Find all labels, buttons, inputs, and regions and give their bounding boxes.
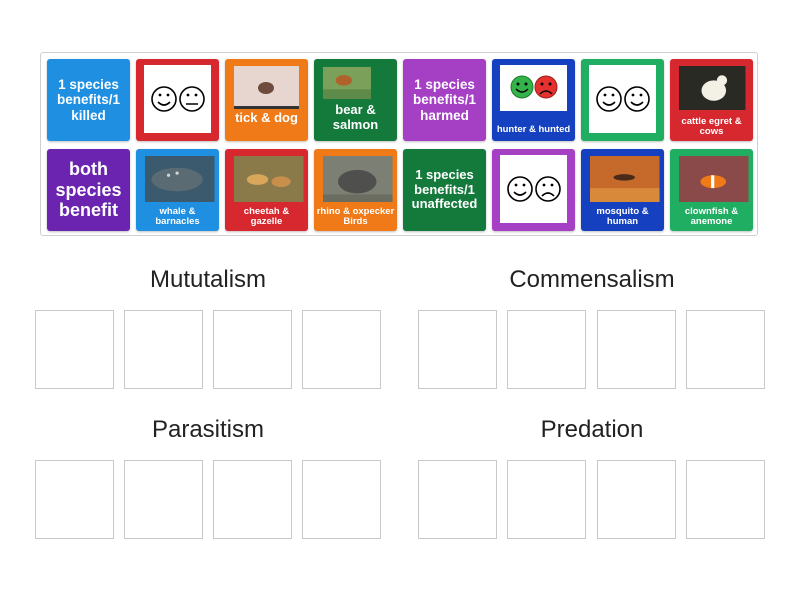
whale-image (145, 156, 215, 202)
tile-caption: tick & dog (235, 110, 298, 125)
tile-both-species-benefit[interactable]: both species benefit (47, 149, 130, 231)
tile-text: both species benefit (55, 158, 122, 221)
tile-caption: cattle egret & cows (681, 116, 742, 138)
smiley-face-icon (507, 176, 533, 202)
parasitism-drop-slot-4[interactable] (302, 460, 381, 539)
cattle-egret-image (679, 66, 746, 110)
heading-parasitism: Parasitism (151, 416, 265, 443)
smiley-face-icon (596, 86, 622, 112)
parasitism-drop-slot-2[interactable] (124, 460, 203, 539)
mosquito-image (590, 156, 660, 202)
mutualism-drop-slot-3[interactable] (213, 310, 292, 389)
tile-caption: bear & salmon (332, 102, 379, 132)
tile-text: 1 species benefits/1 harmed (412, 76, 477, 123)
tile-whale-barnacles[interactable]: whale & barnacles (136, 149, 219, 231)
parasitism-drop-slot-1[interactable] (35, 460, 114, 539)
tile-caption: whale & barnacles (155, 206, 200, 228)
mutualism-drop-slot-4[interactable] (302, 310, 381, 389)
tile-neutral-faces[interactable] (136, 59, 219, 141)
tile-caption: clownfish & anemone (684, 206, 739, 228)
faces-card (589, 65, 656, 133)
tile-happy-sad-faces[interactable] (492, 149, 575, 231)
faces-card (500, 155, 567, 223)
bear-salmon-image (323, 67, 372, 99)
tile-text: 1 species benefits/1 killed (56, 76, 121, 123)
faces-image (507, 176, 561, 202)
neutral-face-icon (179, 86, 205, 112)
tile-clownfish-anemone[interactable]: clownfish & anemone (670, 149, 753, 231)
predation-drop-slot-4[interactable] (686, 460, 765, 539)
smiley-face-icon (624, 86, 650, 112)
tile-mosquito-human[interactable]: mosquito & human (581, 149, 664, 231)
heading-predation: Predation (540, 416, 644, 443)
tile-1-species-benefits-1-harmed[interactable]: 1 species benefits/1 harmed (403, 59, 486, 141)
faces-card (144, 65, 211, 133)
tile-hunter-hunted[interactable]: hunter & hunted (492, 59, 575, 141)
tile-bear-salmon[interactable]: bear & salmon (314, 59, 397, 141)
faces-image (510, 75, 558, 99)
tile-caption: hunter & hunted (496, 124, 571, 136)
tile-1-species-benefits-1-unaffected[interactable]: 1 species benefits/1 unaffected (403, 149, 486, 231)
tile-tray: 1 species benefits/1 killed tick & dog b… (40, 52, 758, 236)
tile-caption: mosquito & human (596, 206, 649, 228)
smiley-face-icon (510, 75, 534, 99)
predation-drop-slot-1[interactable] (418, 460, 497, 539)
sad-face-icon (535, 176, 561, 202)
commensalism-drop-slot-1[interactable] (418, 310, 497, 389)
tile-smiley-faces[interactable] (581, 59, 664, 141)
clownfish-image (679, 156, 749, 202)
parasitism-drop-slot-3[interactable] (213, 460, 292, 539)
hunter-card (500, 65, 567, 111)
tick-dog-image (234, 66, 299, 109)
tile-cattle-egret-cows[interactable]: cattle egret & cows (670, 59, 753, 141)
predation-drop-slot-3[interactable] (597, 460, 676, 539)
commensalism-drop-slot-4[interactable] (686, 310, 765, 389)
heading-commensalism: Commensalism (509, 266, 675, 293)
mutualism-drop-slot-2[interactable] (124, 310, 203, 389)
commensalism-drop-slot-3[interactable] (597, 310, 676, 389)
heading-mutualism: Mututalism (149, 266, 267, 293)
tile-caption: cheetah & gazelle (243, 206, 290, 228)
tile-caption: rhino & oxpecker Birds (316, 206, 395, 228)
tile-cheetah-gazelle[interactable]: cheetah & gazelle (225, 149, 308, 231)
faces-image (151, 86, 205, 112)
mutualism-drop-slot-1[interactable] (35, 310, 114, 389)
smiley-face-icon (151, 86, 177, 112)
tile-tick-dog[interactable]: tick & dog (225, 59, 308, 141)
rhino-image (323, 156, 393, 202)
sad-face-icon (534, 75, 558, 99)
tile-1-species-benefits-1-killed[interactable]: 1 species benefits/1 killed (47, 59, 130, 141)
commensalism-drop-slot-2[interactable] (507, 310, 586, 389)
predation-drop-slot-2[interactable] (507, 460, 586, 539)
faces-image (596, 86, 650, 112)
tile-rhino-oxpecker[interactable]: rhino & oxpecker Birds (314, 149, 397, 231)
cheetah-image (234, 156, 304, 202)
tile-text: 1 species benefits/1 unaffected (411, 166, 478, 212)
